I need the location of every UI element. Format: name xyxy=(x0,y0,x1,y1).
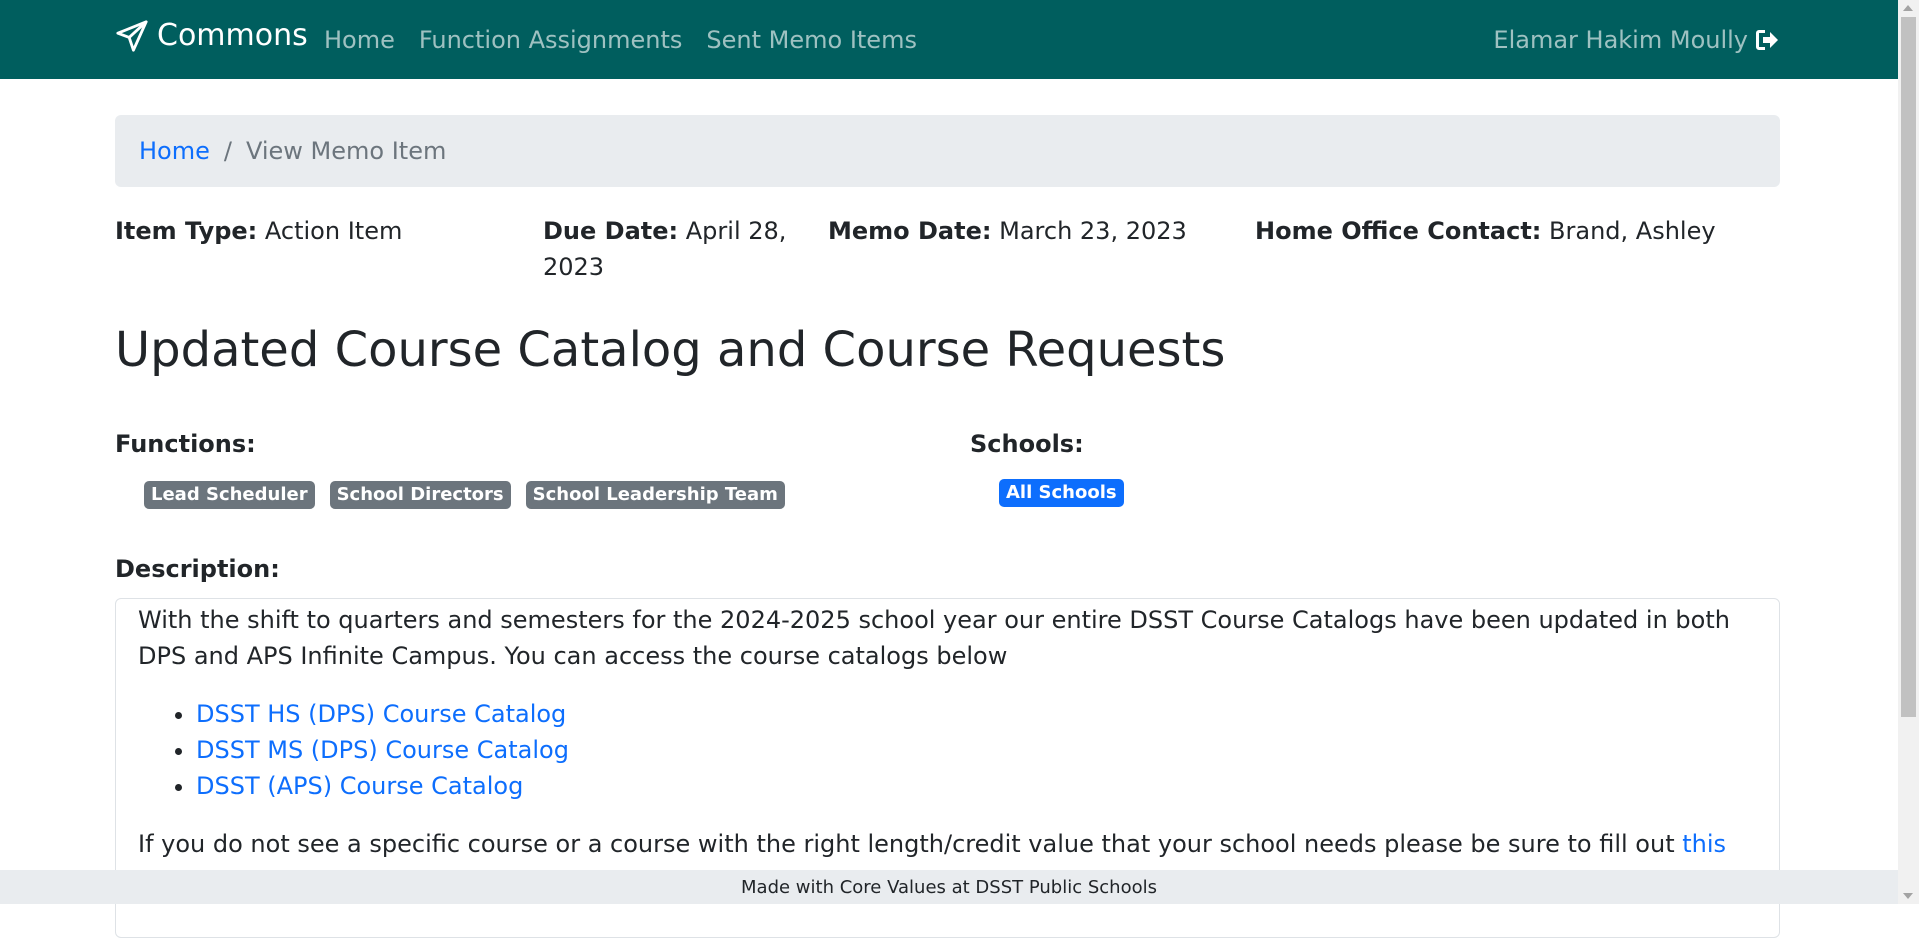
functions-label: Functions: xyxy=(115,430,256,458)
schools-label: Schools: xyxy=(970,430,1084,458)
paper-plane-icon xyxy=(116,19,148,52)
contact-value: Brand, Ashley xyxy=(1549,217,1716,245)
functions-badges: Lead Scheduler School Directors School L… xyxy=(144,481,800,509)
scrollbar-thumb[interactable] xyxy=(1901,17,1916,717)
catalog-link-hs-dps[interactable]: DSST HS (DPS) Course Catalog xyxy=(196,700,566,728)
item-type-label: Item Type: xyxy=(115,217,258,245)
page-title: Updated Course Catalog and Course Reques… xyxy=(115,322,1226,378)
nav-links: Home Function Assignments Sent Memo Item… xyxy=(324,0,941,79)
scroll-up-arrow-icon[interactable] xyxy=(1903,5,1913,11)
page-footer: Made with Core Values at DSST Public Sch… xyxy=(0,870,1898,904)
user-logout[interactable]: Elamar Hakim Moully xyxy=(1493,0,1780,79)
brand-name: Commons xyxy=(157,18,308,53)
vertical-scrollbar[interactable] xyxy=(1898,0,1919,904)
item-type: Item Type: Action Item xyxy=(115,213,402,249)
breadcrumb-current: View Memo Item xyxy=(245,137,447,165)
nav-home-link[interactable]: Home xyxy=(324,26,395,54)
nav-sent-memo-items-link[interactable]: Sent Memo Items xyxy=(706,26,917,54)
item-type-value: Action Item xyxy=(264,217,403,245)
memo-date-label: Memo Date: xyxy=(828,217,992,245)
school-badge: All Schools xyxy=(999,479,1124,507)
contact-label: Home Office Contact: xyxy=(1255,217,1542,245)
due-date-value-part1: April 28, xyxy=(685,217,787,245)
description-intro: With the shift to quarters and semesters… xyxy=(138,606,1730,670)
due-date: Due Date: April 28, 2023 xyxy=(543,213,793,285)
due-date-label: Due Date: xyxy=(543,217,679,245)
function-badge: School Directors xyxy=(329,481,511,509)
sign-out-icon[interactable] xyxy=(1754,28,1780,52)
nav-function-assignments-link[interactable]: Function Assignments xyxy=(419,26,683,54)
list-item: DSST MS (DPS) Course Catalog xyxy=(196,732,1757,768)
scroll-down-arrow-icon[interactable] xyxy=(1903,893,1913,899)
brand-link[interactable]: Commons xyxy=(115,18,308,53)
catalog-link-aps[interactable]: DSST (APS) Course Catalog xyxy=(196,772,523,800)
function-badge: Lead Scheduler xyxy=(144,481,315,509)
breadcrumb: Home / View Memo Item xyxy=(115,115,1780,187)
list-item: DSST HS (DPS) Course Catalog xyxy=(196,696,1757,732)
description-outro-text: If you do not see a specific course or a… xyxy=(138,830,1683,858)
function-badge: School Leadership Team xyxy=(525,481,785,509)
schools-badges: All Schools xyxy=(999,479,1139,507)
catalog-link-ms-dps[interactable]: DSST MS (DPS) Course Catalog xyxy=(196,736,569,764)
memo-date: Memo Date: March 23, 2023 xyxy=(828,213,1187,249)
list-item: DSST (APS) Course Catalog xyxy=(196,768,1757,804)
description-label: Description: xyxy=(115,555,280,583)
breadcrumb-separator: / xyxy=(223,137,232,165)
user-name[interactable]: Elamar Hakim Moully xyxy=(1493,26,1748,54)
home-office-contact: Home Office Contact: Brand, Ashley xyxy=(1255,213,1716,249)
memo-date-value: March 23, 2023 xyxy=(999,217,1187,245)
catalog-link-list: DSST HS (DPS) Course Catalog DSST MS (DP… xyxy=(138,696,1757,804)
breadcrumb-home-link[interactable]: Home xyxy=(139,137,210,165)
top-navbar: Commons Home Function Assignments Sent M… xyxy=(0,0,1898,79)
due-date-value-part2: 2023 xyxy=(543,253,605,281)
